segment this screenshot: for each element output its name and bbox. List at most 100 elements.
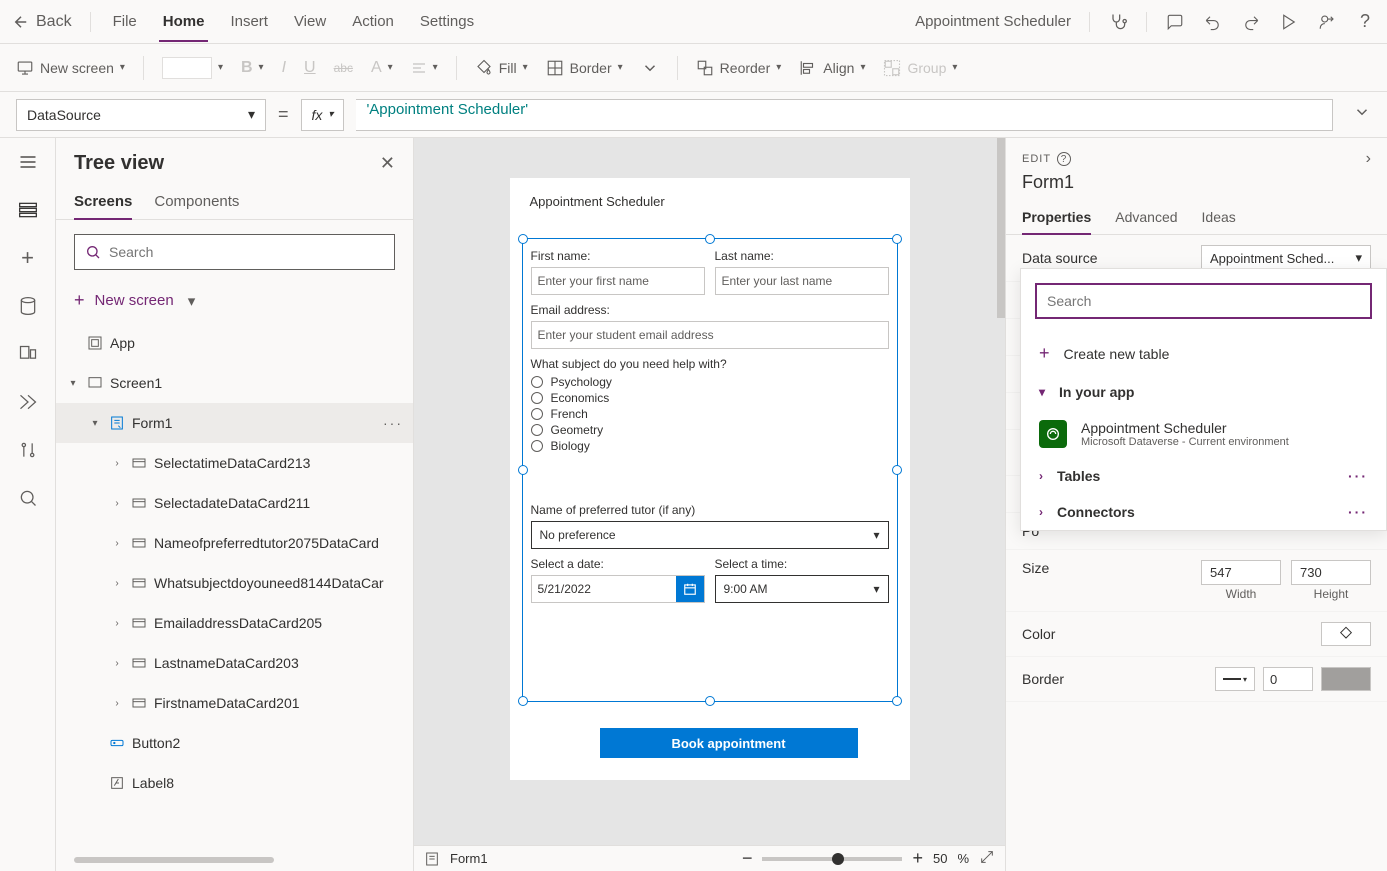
new-screen-link[interactable]: + New screen ▾ [56,284,413,323]
chevron-icon[interactable]: › [110,538,124,549]
help-icon[interactable]: ? [1355,12,1375,32]
form-selection[interactable]: First name: Enter your first name Last n… [522,238,898,702]
help-icon[interactable]: ? [1057,152,1071,166]
media-icon[interactable] [16,342,40,366]
menu-home[interactable]: Home [159,3,209,42]
bold-button[interactable]: B▾ [241,59,264,77]
menu-view[interactable]: View [290,3,330,40]
chevron-icon[interactable]: › [110,458,124,469]
tree-item[interactable]: ›EmailaddressDataCard205 [56,603,413,643]
theme-dropdown[interactable]: ▾ [162,57,223,79]
resize-handle[interactable] [892,465,902,475]
fx-button[interactable]: fx ▾ [301,99,345,131]
comment-icon[interactable] [1165,12,1185,32]
chevron-icon[interactable]: › [110,578,124,589]
tab-screens[interactable]: Screens [74,185,132,220]
new-screen-button[interactable]: New screen ▾ [16,59,125,77]
menu-settings[interactable]: Settings [416,3,478,40]
tree-item[interactable]: ›Whatsubjectdoyouneed8144DataCar [56,563,413,603]
tree-item[interactable]: ›FirstnameDataCard201 [56,683,413,723]
tables-section[interactable]: › Tables ··· [1021,458,1386,494]
share-icon[interactable] [1317,12,1337,32]
vertical-scrollbar[interactable] [997,138,1005,819]
tree-item[interactable]: ▾Screen1 [56,363,413,403]
canvas[interactable]: Appointment Scheduler First name: [414,138,1005,845]
chevron-icon[interactable]: › [110,618,124,629]
time-select[interactable]: 9:00 AM ▾ [715,575,889,603]
create-new-table[interactable]: + Create new table [1021,333,1386,374]
radio-option[interactable]: French [531,407,889,421]
breadcrumb[interactable]: Form1 [450,851,488,866]
book-button[interactable]: Book appointment [600,728,858,758]
strikethrough-button[interactable]: abc [334,61,353,75]
border-color-picker[interactable] [1321,667,1371,691]
text-align-button[interactable]: ▾ [411,60,438,76]
tutor-select[interactable]: No preference ▾ [531,521,889,549]
tree-item[interactable]: ›SelectadateDataCard211 [56,483,413,523]
date-picker[interactable]: 5/21/2022 [531,575,705,603]
datasource-search[interactable] [1035,283,1372,319]
menu-action[interactable]: Action [348,3,398,40]
datasource-search-input[interactable] [1047,293,1360,309]
chevron-icon[interactable]: ▾ [66,378,80,389]
border-width-input[interactable]: 0 [1263,667,1313,691]
border-style-picker[interactable]: ▾ [1215,667,1255,691]
border-button[interactable]: Border ▾ [546,59,623,77]
undo-icon[interactable] [1203,12,1223,32]
data-icon[interactable] [16,294,40,318]
tab-ideas[interactable]: Ideas [1202,201,1236,234]
resize-handle[interactable] [518,696,528,706]
hamburger-icon[interactable] [16,150,40,174]
align-button[interactable]: Align ▾ [799,59,865,77]
color-picker[interactable] [1321,622,1371,646]
radio-option[interactable]: Geometry [531,423,889,437]
datasource-item[interactable]: Appointment Scheduler Microsoft Datavers… [1021,410,1386,458]
radio-option[interactable]: Biology [531,439,889,453]
more-format-button[interactable] [641,59,659,77]
resize-handle[interactable] [705,696,715,706]
connectors-section[interactable]: › Connectors ··· [1021,494,1386,530]
height-input[interactable]: 730 [1291,560,1371,585]
tree-item[interactable]: ›LastnameDataCard203 [56,643,413,683]
zoom-out-button[interactable]: − [742,848,753,869]
in-your-app-section[interactable]: ▾ In your app [1021,374,1386,410]
group-button[interactable]: Group ▾ [883,59,957,77]
lastname-input[interactable]: Enter your last name [715,267,889,295]
back-button[interactable]: Back [12,13,72,31]
insert-icon[interactable]: + [16,246,40,270]
stethoscope-icon[interactable] [1108,12,1128,32]
tools-icon[interactable] [16,438,40,462]
tree-item[interactable]: ▾Form1··· [56,403,413,443]
calendar-icon[interactable] [676,576,704,602]
horizontal-scrollbar[interactable] [74,857,274,863]
fit-screen-icon[interactable] [979,849,995,868]
resize-handle[interactable] [518,234,528,244]
tree-search-box[interactable] [74,234,395,270]
tab-components[interactable]: Components [154,185,239,219]
resize-handle[interactable] [892,696,902,706]
more-icon[interactable]: ··· [1348,504,1368,520]
tab-advanced[interactable]: Advanced [1115,201,1177,234]
radio-option[interactable]: Economics [531,391,889,405]
close-icon[interactable]: ✕ [380,153,395,174]
fill-button[interactable]: Fill ▾ [475,59,528,77]
font-color-button[interactable]: A▾ [371,59,393,77]
tree-item[interactable]: ›Nameofpreferredtutor2075DataCard [56,523,413,563]
radio-option[interactable]: Psychology [531,375,889,389]
chevron-icon[interactable]: › [110,698,124,709]
chevron-right-icon[interactable]: › [1366,150,1371,168]
menu-insert[interactable]: Insert [226,3,272,40]
more-icon[interactable]: ··· [383,415,403,431]
property-selector[interactable]: DataSource ▾ [16,99,266,131]
play-icon[interactable] [1279,12,1299,32]
chevron-icon[interactable]: ▾ [88,418,102,429]
resize-handle[interactable] [518,465,528,475]
tree-view-icon[interactable] [16,198,40,222]
zoom-slider[interactable] [762,857,902,861]
tree-item[interactable]: App [56,323,413,363]
width-input[interactable]: 547 [1201,560,1281,585]
redo-icon[interactable] [1241,12,1261,32]
resize-handle[interactable] [892,234,902,244]
firstname-input[interactable]: Enter your first name [531,267,705,295]
reorder-button[interactable]: Reorder ▾ [696,59,782,77]
